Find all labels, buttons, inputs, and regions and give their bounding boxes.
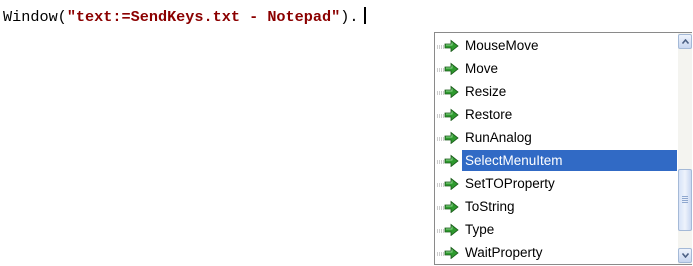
autocomplete-item-settoproperty[interactable]: SetTOProperty <box>435 172 677 195</box>
autocomplete-item-label: Restore <box>465 107 513 122</box>
method-icon <box>435 103 463 126</box>
chevron-down-icon <box>682 253 689 258</box>
autocomplete-item-label: RunAnalog <box>465 130 532 145</box>
method-icon <box>435 218 463 241</box>
code-text: Window( <box>3 8 67 26</box>
autocomplete-item-label: SelectMenuItem <box>462 150 677 171</box>
autocomplete-item-tostring[interactable]: ToString <box>435 195 677 218</box>
thumb-grip-line <box>682 202 688 203</box>
method-arrow-glyph <box>437 62 459 75</box>
chevron-up-icon <box>682 39 689 44</box>
method-icon <box>435 195 463 218</box>
method-arrow-glyph <box>437 108 459 121</box>
autocomplete-item-selectmenuitem[interactable]: SelectMenuItem <box>435 149 677 172</box>
method-arrow-glyph <box>437 154 459 167</box>
method-icon <box>435 80 463 103</box>
scroll-down-button[interactable] <box>678 248 692 263</box>
autocomplete-item-label: WaitProperty <box>465 245 543 260</box>
method-icon <box>435 172 463 195</box>
method-arrow-glyph <box>437 200 459 213</box>
autocomplete-item-label: Resize <box>465 84 507 99</box>
autocomplete-item-waitproperty[interactable]: WaitProperty <box>435 241 677 264</box>
autocomplete-item-move[interactable]: Move <box>435 57 677 80</box>
method-arrow-glyph <box>437 85 459 98</box>
text-caret <box>364 7 367 24</box>
autocomplete-list[interactable]: MouseMove Move Resize Restore RunAnalog … <box>435 33 677 264</box>
method-arrow-glyph <box>437 223 459 236</box>
autocomplete-item-label: Move <box>465 61 499 76</box>
method-arrow-glyph <box>437 246 459 259</box>
autocomplete-item-label: Type <box>465 222 495 237</box>
autocomplete-popup[interactable]: MouseMove Move Resize Restore RunAnalog … <box>434 32 692 265</box>
autocomplete-item-label: ToString <box>465 199 515 214</box>
autocomplete-item-resize[interactable]: Resize <box>435 80 677 103</box>
autocomplete-item-label: SetTOProperty <box>465 176 555 191</box>
scroll-up-button[interactable] <box>678 34 692 49</box>
code-line[interactable]: Window("text:=SendKeys.txt - Notepad"). <box>3 7 367 27</box>
method-icon <box>435 57 463 80</box>
autocomplete-item-restore[interactable]: Restore <box>435 103 677 126</box>
autocomplete-item-mousemove[interactable]: MouseMove <box>435 34 677 57</box>
autocomplete-item-runanalog[interactable]: RunAnalog <box>435 126 677 149</box>
method-arrow-glyph <box>437 177 459 190</box>
thumb-grip-line <box>682 198 688 199</box>
autocomplete-item-label: MouseMove <box>465 38 539 53</box>
method-icon <box>435 126 463 149</box>
vertical-scrollbar[interactable] <box>678 33 692 264</box>
code-editor[interactable]: Window("text:=SendKeys.txt - Notepad"). … <box>0 0 693 266</box>
method-arrow-glyph <box>437 131 459 144</box>
autocomplete-item-type[interactable]: Type <box>435 218 677 241</box>
thumb-grip-line <box>682 196 688 197</box>
code-string-literal: "text:=SendKeys.txt - Notepad" <box>66 8 341 26</box>
method-icon <box>435 34 463 57</box>
method-icon <box>435 149 463 172</box>
method-arrow-glyph <box>437 39 459 52</box>
scrollbar-thumb[interactable] <box>678 169 692 231</box>
code-text-end: ). <box>340 8 359 26</box>
method-icon <box>435 241 463 264</box>
thumb-grip-line <box>682 200 688 201</box>
